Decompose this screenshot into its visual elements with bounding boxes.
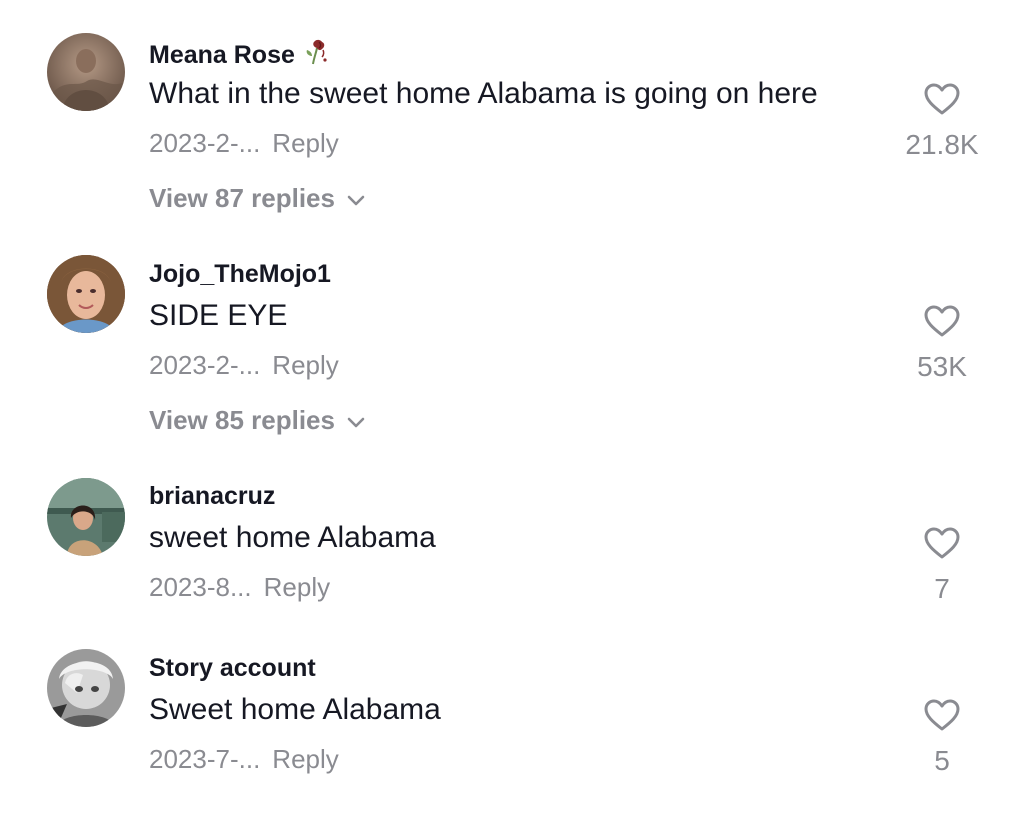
- chevron-down-icon: [347, 183, 365, 214]
- comment-text: SIDE EYE: [149, 299, 288, 332]
- username-text: brianacruz: [149, 482, 276, 510]
- like-count: 53K: [917, 351, 967, 382]
- view-replies-label: View 87 replies: [149, 183, 335, 213]
- heart-icon[interactable]: [923, 304, 961, 343]
- like-button[interactable]: 7: [892, 526, 992, 605]
- comment-date: 2023-8...: [149, 572, 252, 602]
- username[interactable]: Story account: [149, 654, 316, 683]
- username[interactable]: brianacruz: [149, 482, 275, 511]
- like-button[interactable]: 5: [892, 698, 992, 777]
- view-replies-button[interactable]: View 87 replies: [149, 183, 365, 214]
- username-text: Story account: [149, 654, 316, 682]
- reply-button[interactable]: Reply: [272, 350, 338, 380]
- username-text: Meana Rose: [149, 41, 295, 69]
- comment-meta: 2023-7-... Reply: [149, 744, 339, 775]
- heart-icon[interactable]: [923, 698, 961, 737]
- comment-date: 2023-7-...: [149, 744, 261, 774]
- like-button[interactable]: 53K: [892, 304, 992, 383]
- comment-text: Sweet home Alabama: [149, 693, 441, 726]
- avatar[interactable]: [47, 478, 125, 556]
- like-count: 5: [934, 745, 950, 776]
- reply-button[interactable]: Reply: [264, 572, 330, 602]
- heart-icon[interactable]: [923, 82, 961, 121]
- view-replies-label: View 85 replies: [149, 405, 335, 435]
- reply-button[interactable]: Reply: [272, 128, 338, 158]
- avatar[interactable]: [47, 649, 125, 727]
- like-count: 7: [934, 573, 950, 604]
- heart-icon[interactable]: [923, 526, 961, 565]
- wilted-rose-icon: [303, 38, 329, 73]
- view-replies-button[interactable]: View 85 replies: [149, 405, 365, 436]
- like-count: 21.8K: [905, 129, 979, 160]
- comment-text: What in the sweet home Alabama is going …: [149, 77, 818, 110]
- comment-date: 2023-2-...: [149, 128, 261, 158]
- comment-date: 2023-2-...: [149, 350, 261, 380]
- username-text: Jojo_TheMojo1: [149, 260, 331, 288]
- username[interactable]: Jojo_TheMojo1: [149, 260, 331, 289]
- like-button[interactable]: 21.8K: [892, 82, 992, 161]
- comment-meta: 2023-8... Reply: [149, 572, 330, 603]
- avatar[interactable]: [47, 33, 125, 111]
- username[interactable]: Meana Rose: [149, 38, 329, 73]
- comment-text: sweet home Alabama: [149, 521, 436, 554]
- comment-meta: 2023-2-... Reply: [149, 350, 339, 381]
- avatar[interactable]: [47, 255, 125, 333]
- comment-meta: 2023-2-... Reply: [149, 128, 339, 159]
- reply-button[interactable]: Reply: [272, 744, 338, 774]
- chevron-down-icon: [347, 405, 365, 436]
